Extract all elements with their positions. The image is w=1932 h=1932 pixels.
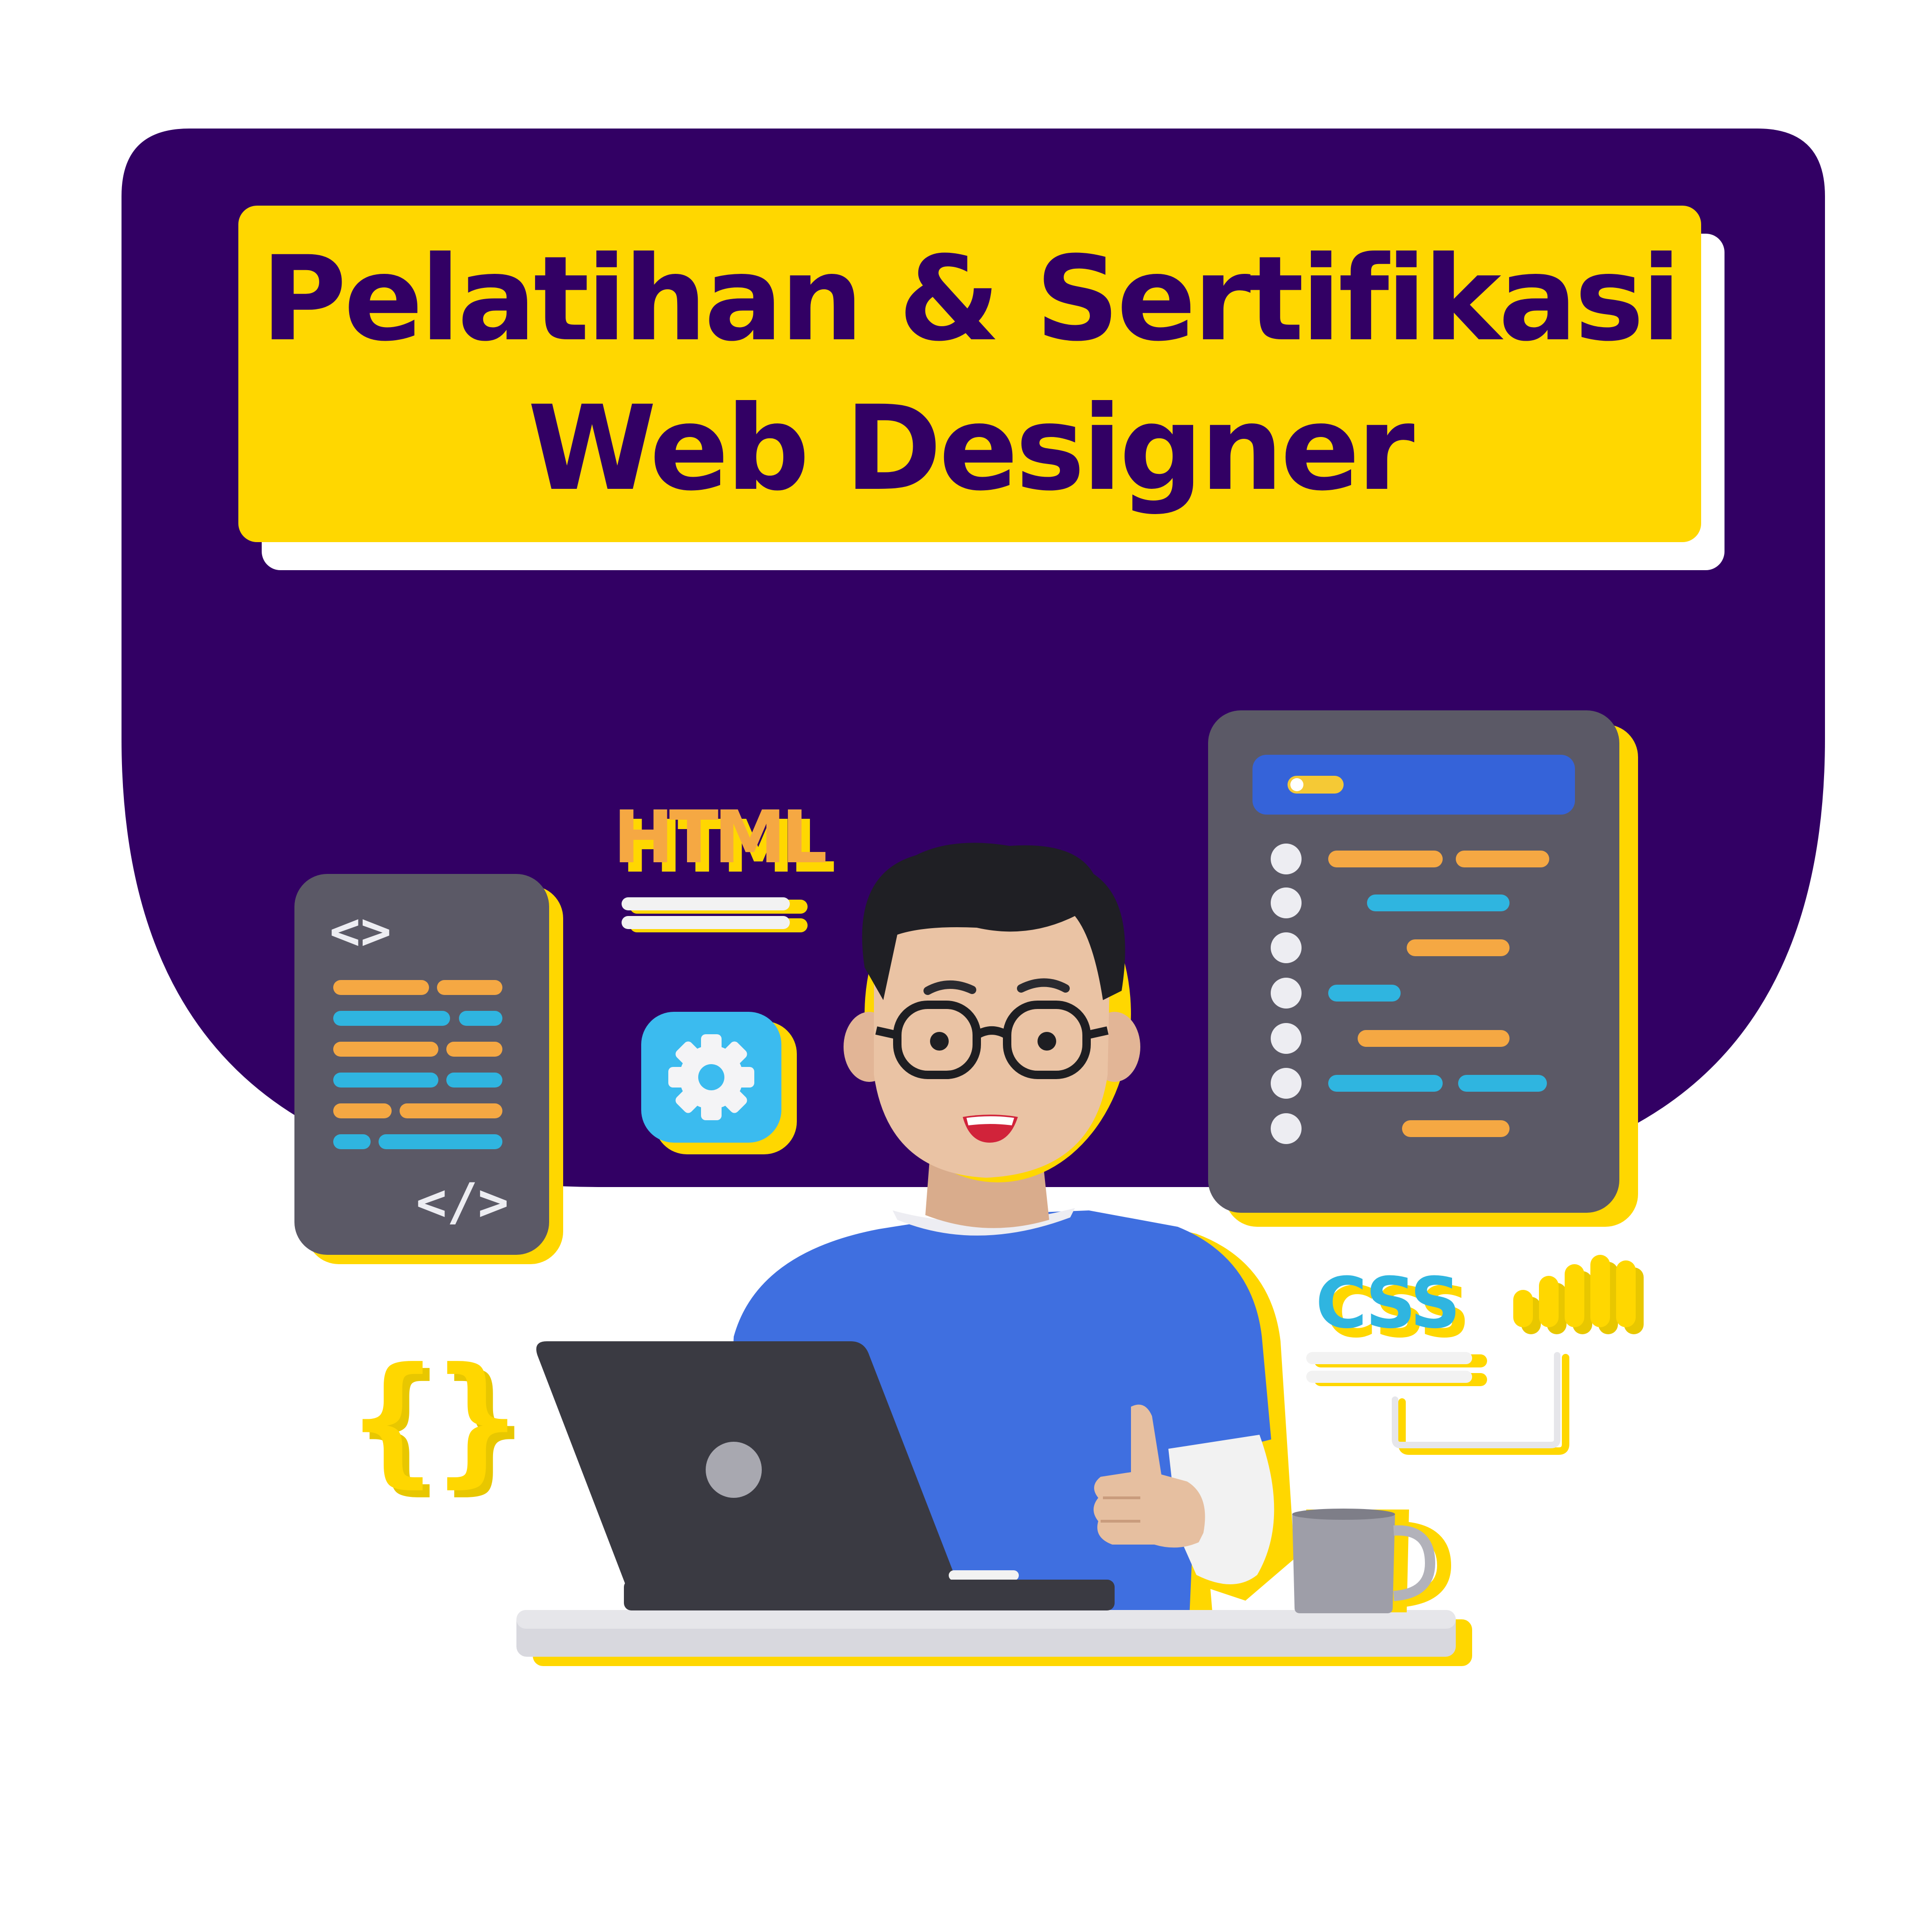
coffee-mug-icon [1292, 1509, 1452, 1613]
code-close-tag-icon: </> [416, 1172, 509, 1232]
title-text-block: Pelatihan & Sertifikasi Web Designer [238, 206, 1701, 542]
curly-braces-icon: {} {} [351, 1338, 526, 1508]
css-label-text: CSS [1316, 1263, 1458, 1344]
html-label-text: HTML [613, 795, 826, 880]
laptop-base [624, 1580, 1115, 1610]
bar-chart-icon [1513, 1255, 1644, 1334]
gear-tile [641, 1012, 797, 1154]
desk [516, 1610, 1472, 1666]
title-banner: Pelatihan & Sertifikasi Web Designer [238, 206, 1724, 570]
title-line-1: Pelatihan & Sertifikasi [261, 231, 1681, 367]
left-code-panel: <> </> [294, 874, 563, 1264]
right-code-panel [1208, 710, 1638, 1227]
laptop-logo [706, 1442, 762, 1498]
braces-text: {} [351, 1338, 519, 1501]
title-line-2: Web Designer [528, 380, 1415, 516]
gear-icon [668, 1034, 754, 1120]
html-label: HTML HTML [613, 795, 839, 932]
code-open-tag-icon: <> [329, 901, 391, 961]
